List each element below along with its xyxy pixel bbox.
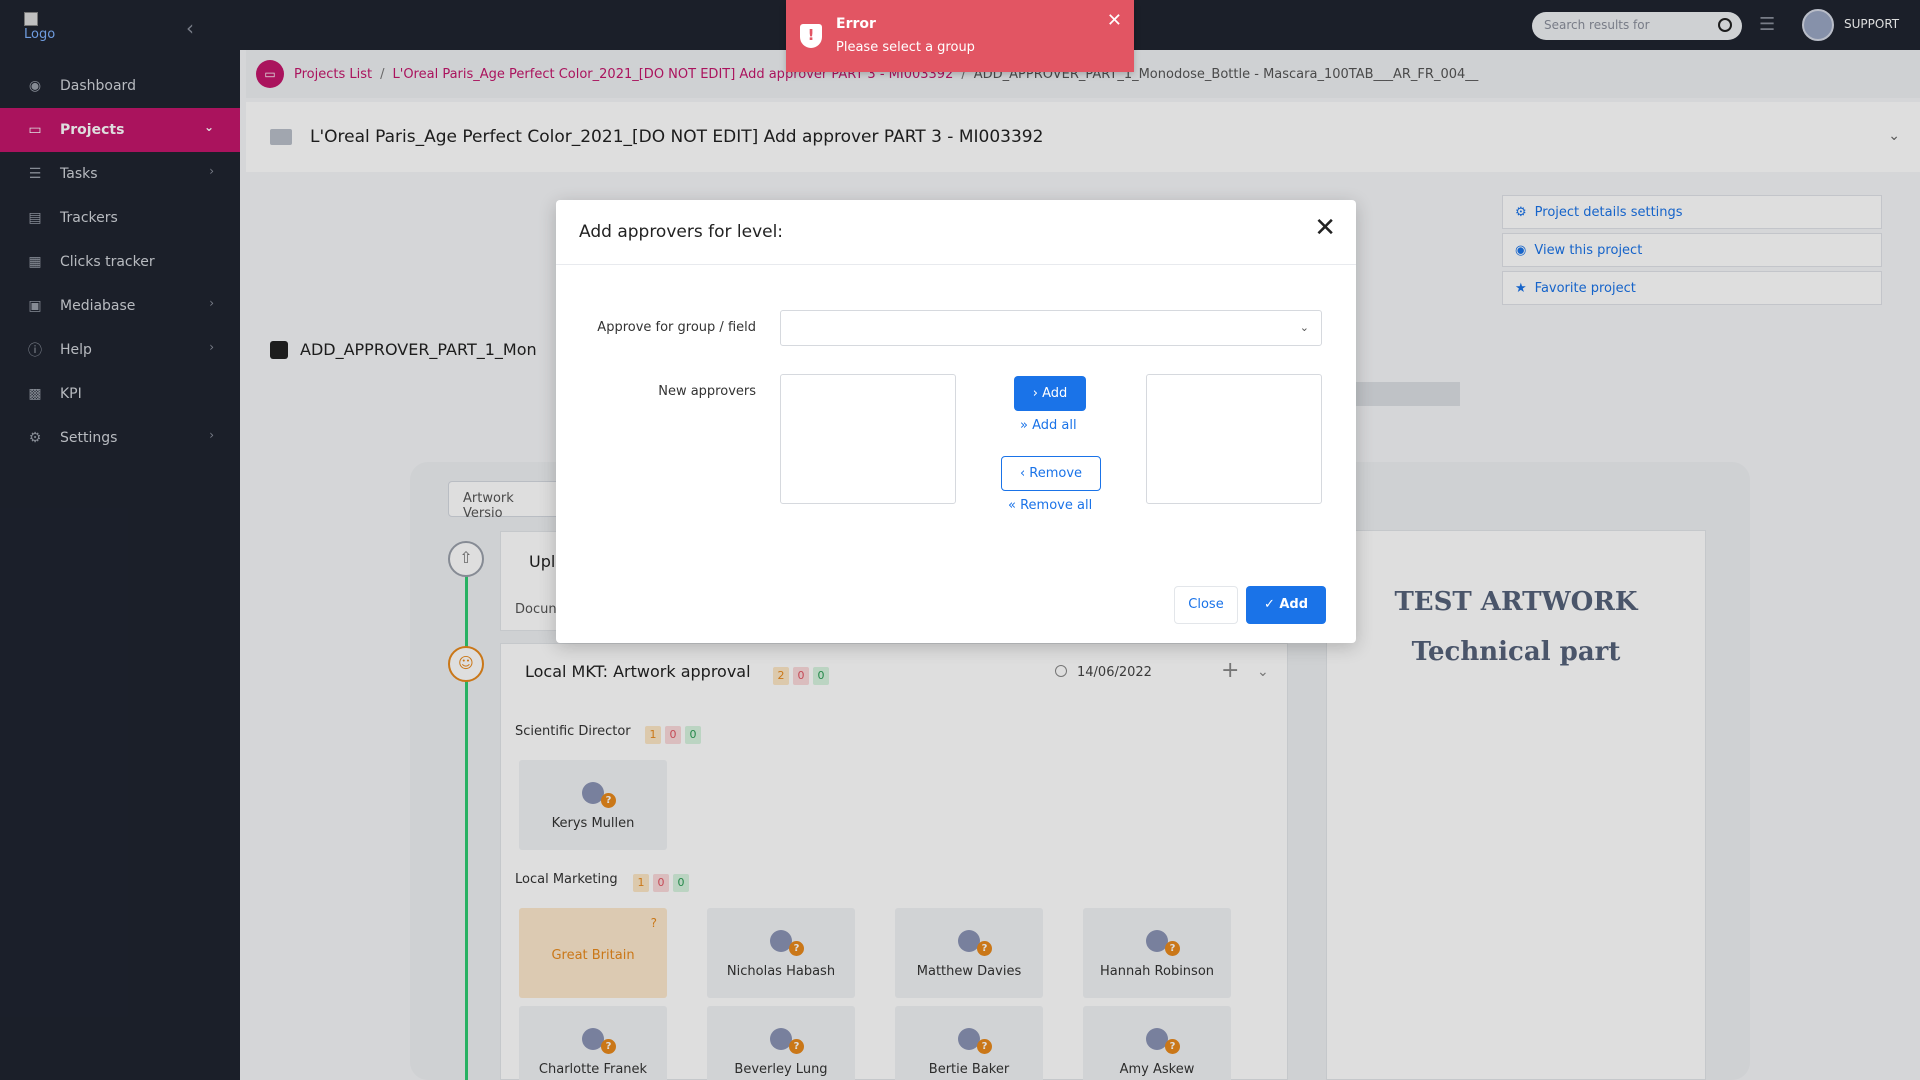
add-button-label: Add [1042,386,1068,401]
remove-button-label: Remove [1029,466,1083,481]
add-all-label: Add all [1032,418,1077,433]
add-approvers-modal: Add approvers for level: ✕ Approve for g… [556,200,1356,643]
close-icon[interactable]: ✕ [1314,215,1336,241]
add-button[interactable]: › Add [1014,376,1086,411]
remove-all-link[interactable]: « Remove all [1008,498,1092,513]
submit-add-button[interactable]: ✓ Add [1246,586,1326,624]
add-all-link[interactable]: » Add all [1020,418,1077,433]
chevron-left-icon: ‹ [1019,466,1026,481]
chevron-down-icon: ⌄ [1299,321,1309,334]
selected-approvers-list[interactable] [1146,374,1322,504]
remove-all-label: Remove all [1020,498,1093,513]
modal-header: Add approvers for level: ✕ [556,200,1356,265]
chevron-right-icon: › [1032,386,1038,401]
group-field-label: Approve for group / field [597,320,756,335]
error-toast: ! Error Please select a group ✕ [786,0,1134,72]
remove-button[interactable]: ‹ Remove [1001,456,1101,491]
group-select[interactable]: ⌄ [780,310,1322,346]
submit-add-label: Add [1279,597,1309,612]
new-approvers-label: New approvers [658,384,756,399]
close-button[interactable]: Close [1174,586,1238,624]
modal-title: Add approvers for level: [579,222,784,242]
checkmark-icon: ✓ [1263,597,1275,612]
toast-message: Please select a group [836,40,975,55]
available-approvers-list[interactable] [780,374,956,504]
double-chevron-right-icon: » [1020,418,1028,433]
double-chevron-left-icon: « [1008,498,1016,513]
toast-title: Error [836,16,876,32]
shield-alert-icon: ! [800,24,822,48]
close-icon[interactable]: ✕ [1107,10,1122,31]
